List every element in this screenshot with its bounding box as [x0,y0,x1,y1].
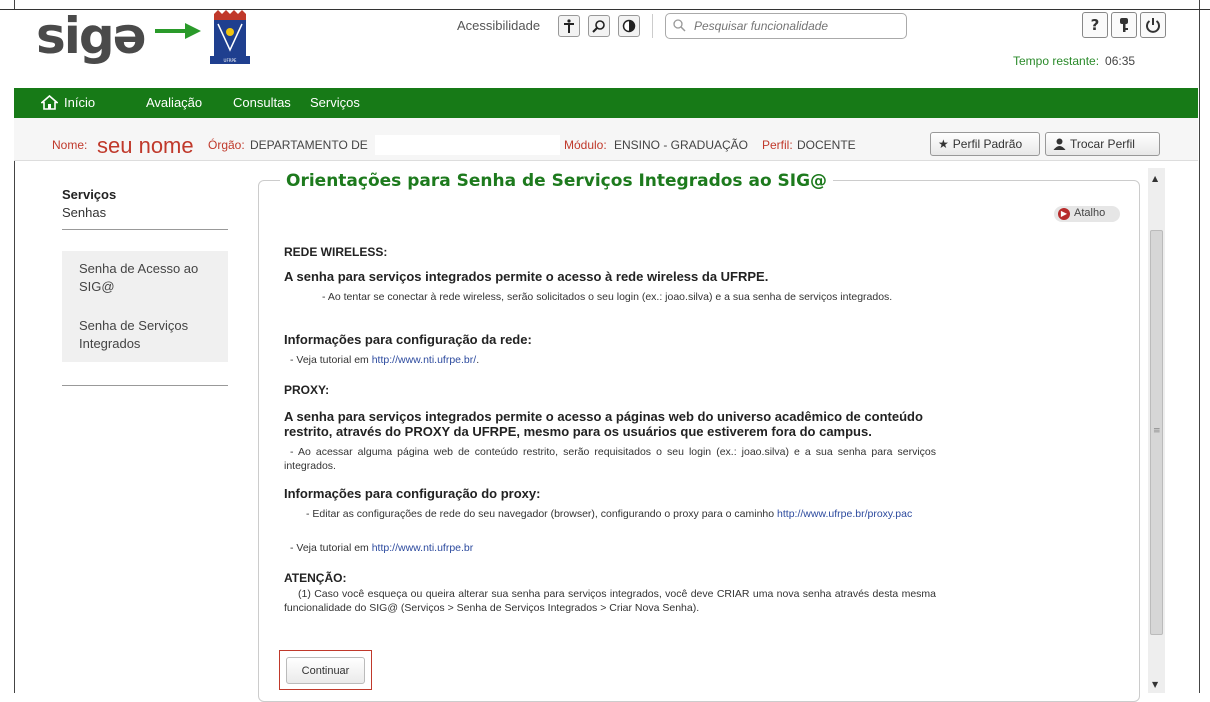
orgao-box [375,135,560,155]
wireless-tutorial: - Veja tutorial em http://www.nti.ufrpe.… [290,354,480,366]
perfil-value: DOCENTE [797,138,856,152]
sidebar-divider-bottom [62,385,228,386]
proxy-edit-text: - Editar as configurações de rede do seu… [284,507,936,521]
wireless-text: - Ao tentar se conectar à rede wireless,… [322,291,893,303]
logo-arrow-icon [155,23,201,39]
orgao-value: DEPARTAMENTO DE [250,138,368,152]
main-nav: Início Avaliação Consultas Serviços [14,88,1198,118]
orgao-label: Órgão: [208,138,245,152]
wireless-tutorial-prefix: - Veja tutorial em [290,354,369,366]
sidebar-item-senha-acesso[interactable]: Senha de Acesso ao SIG@ [79,260,219,296]
section-heading-atencao: ATENÇÃO: [284,571,347,585]
wireless-summary: A senha para serviços integrados permite… [284,269,769,284]
nome-label: Nome: [52,138,88,152]
perfil-padrao-label: Perfil Padrão [952,137,1023,151]
perfil-padrao-button[interactable]: ★ Perfil Padrão [930,132,1040,156]
shortcut-label: Atalho [1074,207,1106,219]
siga-logo[interactable]: sigə [36,6,147,66]
modulo-label: Módulo: [564,138,607,152]
session-timer: Tempo restante: 06:35 [1013,54,1135,68]
header-divider [652,14,653,38]
sidebar-title: Serviços [62,187,117,202]
search-input[interactable] [692,17,901,35]
section-heading-proxy: PROXY: [284,383,330,397]
proxy-tutorial-link[interactable]: http://www.nti.ufrpe.br [372,542,474,554]
shortcut-icon: ▶ [1058,208,1070,220]
nav-item-inicio[interactable]: Início [64,95,95,110]
proxy-tutorial: - Veja tutorial em http://www.nti.ufrpe.… [290,541,473,555]
continue-button[interactable]: Continuar [286,657,365,684]
search-icon [673,19,686,32]
sidebar-item-senha-servicos[interactable]: Senha de Serviços Integrados [79,317,219,353]
proxy-summary: A senha para serviços integrados permite… [284,409,923,439]
pin-icon: ★ [938,137,949,151]
nav-item-consultas[interactable]: Consultas [233,95,291,110]
proxy-text: - Ao acessar alguma página web de conteú… [284,446,936,472]
accessibility-icon[interactable] [558,15,580,37]
ufrpe-crest-icon: UFRPE [210,10,250,64]
sidebar-divider [62,229,228,230]
scroll-up-icon[interactable]: ▲ [1152,174,1158,183]
search-box[interactable] [665,13,907,39]
scrollbar-thumb[interactable]: ≡ [1150,230,1163,635]
proxy-info-heading: Informações para configuração do proxy: [284,486,541,501]
wireless-tutorial-link[interactable]: http://www.nti.ufrpe.br/ [372,354,476,366]
perfil-label: Perfil: [762,138,793,152]
accessibility-label: Acessibilidade [457,18,541,33]
trocar-perfil-label: Trocar Perfil [1070,137,1135,151]
shortcut-button[interactable]: ▶ Atalho [1054,206,1120,222]
sidebar-menu: Senha de Acesso ao SIG@ Senha de Serviço… [62,251,228,362]
modulo-value: ENSINO - GRADUAÇÃO [614,138,749,152]
contrast-icon[interactable] [618,15,640,37]
home-icon[interactable] [41,95,58,110]
key-icon[interactable] [1111,12,1137,38]
timer-label: Tempo restante: [1013,54,1100,68]
power-icon[interactable] [1140,12,1166,38]
page-title: Orientações para Senha de Serviços Integ… [280,171,834,191]
atencao-text: (1) Caso você esqueça ou queira alterar … [284,588,936,614]
wireless-info-heading: Informações para configuração da rede: [284,332,532,347]
scroll-down-icon[interactable]: ▼ [1152,680,1158,689]
scrollbar[interactable]: ▲ ≡ ▼ [1148,168,1165,693]
user-icon [1053,138,1066,150]
help-icon[interactable]: ? [1082,12,1108,38]
content-panel [258,180,1140,702]
proxy-edit-label: - Editar as configurações de rede do seu… [306,508,775,520]
nav-item-avaliacao[interactable]: Avaliação [146,95,202,110]
sidebar-subtitle: Senhas [62,205,107,220]
trocar-perfil-button[interactable]: Trocar Perfil [1045,132,1160,156]
timer-value: 06:35 [1105,54,1136,68]
zoom-icon[interactable] [588,15,610,37]
continue-highlight: Continuar [279,650,372,690]
section-heading-wireless: REDE WIRELESS: [284,245,388,259]
proxy-tutorial-prefix: - Veja tutorial em [290,542,369,554]
svg-text:UFRPE: UFRPE [224,58,237,63]
proxy-pac-link[interactable]: http://www.ufrpe.br/proxy.pac [777,508,912,520]
nav-item-servicos[interactable]: Serviços [310,95,360,110]
scroll-grip-icon: ≡ [1153,426,1161,436]
nome-value: seu nome [97,133,194,158]
